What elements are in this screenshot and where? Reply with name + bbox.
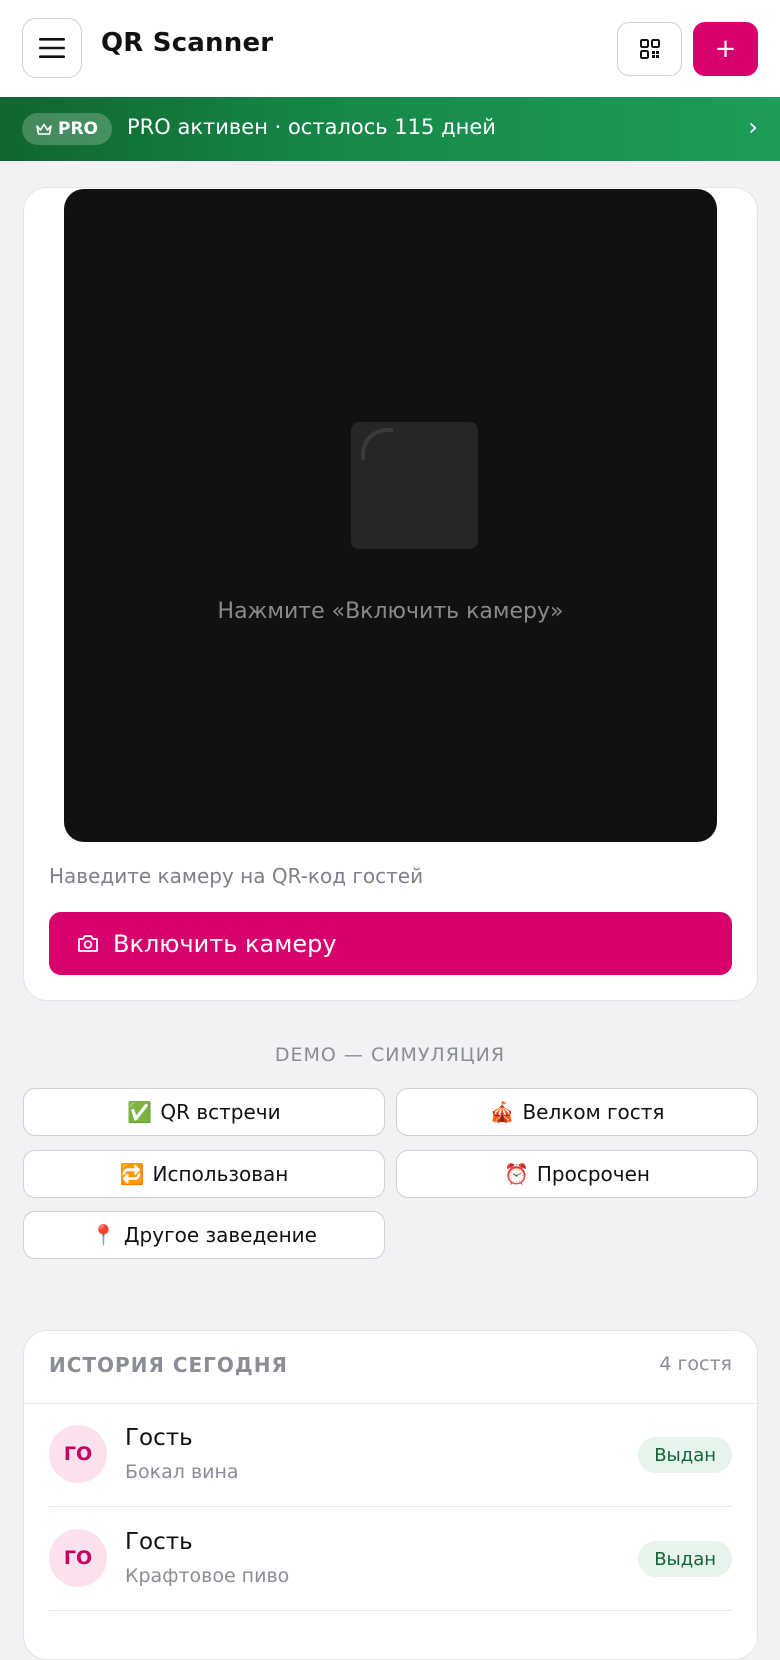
demo-button-label: Просрочен [536,1162,650,1186]
check-icon: ✅ [127,1100,153,1124]
history-title: ИСТОРИЯ СЕГОДНЯ [49,1353,288,1377]
hamburger-icon [39,38,65,58]
circus-tent-icon: 🎪 [489,1100,515,1124]
crown-icon [36,123,52,135]
camera-icon [78,935,98,952]
enable-camera-label: Включить камеру [113,929,337,958]
chevron-right-icon: › [748,113,758,141]
history-header: ИСТОРИЯ СЕГОДНЯ 4 гостя [24,1331,757,1404]
status-badge: Выдан [638,1541,732,1577]
pro-badge: PRO [22,113,112,145]
status-badge: Выдан [638,1437,732,1473]
pin-icon: 📍 [91,1223,116,1247]
history-row[interactable]: ГО Гость Крафтовое пиво Выдан [49,1507,732,1611]
avatar: ГО [49,1529,107,1587]
pro-banner[interactable]: PRO PRO активен · осталось 115 дней › [0,97,780,161]
demo-button-label: QR встречи [160,1100,281,1124]
alarm-clock-icon: ⏰ [503,1162,529,1186]
pro-status-text: PRO активен · осталось 115 дней [127,115,496,139]
qr-code-icon [639,39,660,59]
demo-expired-button[interactable]: ⏰ Просрочен [396,1150,758,1198]
add-button[interactable]: + [693,22,758,76]
demo-title: DEMO — СИМУЛЯЦИЯ [274,1044,506,1066]
demo-welcome-guest-button[interactable]: 🎪 Велком гостя [396,1088,758,1136]
camera-hint: Нажмите «Включить камеру» [217,599,564,624]
guest-name: Гость [125,1529,193,1555]
history-row[interactable]: ГО Гость Бокал вина Выдан [49,1403,732,1507]
demo-button-label: Другое заведение [123,1223,317,1247]
demo-used-button[interactable]: 🔁 Использован [23,1150,385,1198]
qr-code-button[interactable] [617,22,682,76]
scan-tip: Наведите камеру на QR-код гостей [49,864,424,888]
camera-preview[interactable]: Нажмите «Включить камеру» [64,189,717,842]
app-title: QR Scanner [101,28,274,58]
history-card: ИСТОРИЯ СЕГОДНЯ 4 гостя ГО Гость Бокал в… [23,1330,758,1660]
demo-other-venue-button[interactable]: 📍 Другое заведение [23,1211,385,1259]
demo-button-label: Велком гостя [522,1100,665,1124]
demo-qr-meeting-button[interactable]: ✅ QR встречи [23,1088,385,1136]
menu-button[interactable] [22,18,82,78]
guest-name: Гость [125,1425,193,1451]
top-bar: QR Scanner + [0,0,780,98]
avatar: ГО [49,1425,107,1483]
guest-item: Крафтовое пиво [125,1565,290,1587]
repeat-icon: 🔁 [119,1162,145,1186]
enable-camera-button[interactable]: Включить камеру [49,912,732,975]
demo-button-label: Использован [152,1162,289,1186]
scanner-card: Нажмите «Включить камеру» Наведите камер… [23,187,758,1001]
camera-placeholder-icon [351,422,478,549]
history-count: 4 гостя [659,1353,732,1375]
guest-item: Бокал вина [125,1461,239,1483]
pro-badge-label: PRO [57,119,98,139]
